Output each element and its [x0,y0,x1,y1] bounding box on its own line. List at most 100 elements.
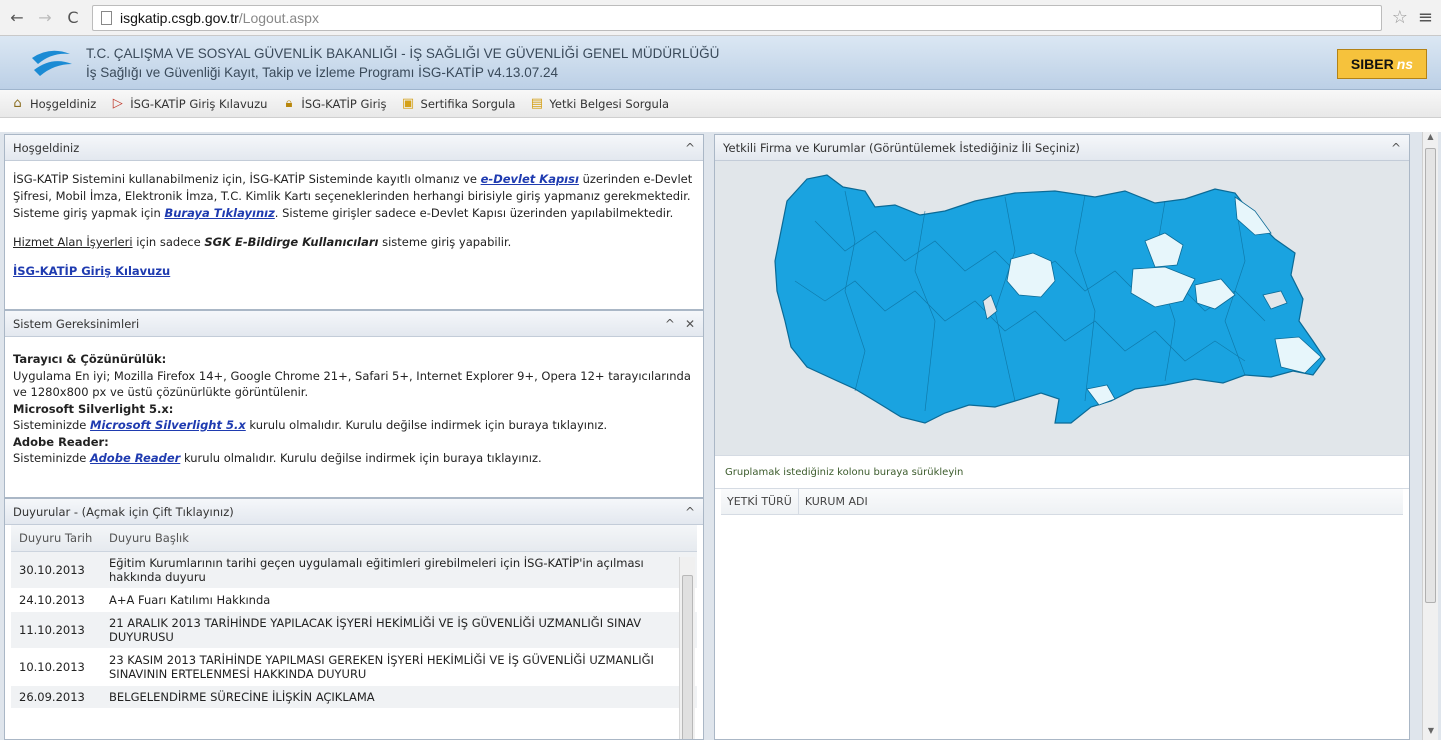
adobe-text: Sisteminizde Adobe Reader kurulu olmalıd… [13,450,695,467]
column-header-title[interactable]: Duyuru Başlık [101,525,697,552]
welcome-text: için sadece [132,235,205,249]
siber-logo-text: SIBER [1350,56,1394,72]
adobe-heading: Adobe Reader: [13,434,109,449]
scroll-down-icon[interactable]: ▼ [1423,726,1439,740]
lock-icon: 🔒︎ [285,96,293,111]
welcome-panel: Hoşgeldiniz ^ İSG-KATİP Sistemini kullan… [4,134,704,310]
click-here-link[interactable]: Buraya Tıklayınız [164,206,274,220]
toolbar-home[interactable]: ⌂ Hoşgeldiniz [10,96,96,111]
browser-menu-icon[interactable]: ≡ [1418,7,1433,28]
silverlight-text-a: Sisteminizde [13,418,91,432]
map-container [715,161,1409,455]
welcome-text: İSG-KATİP Sistemini kullanabilmeniz için… [13,172,481,186]
address-bar[interactable]: isgkatip.csgb.gov.tr /Logout.aspx [92,4,1382,31]
home-icon: ⌂ [13,96,22,111]
welcome-text: . Sisteme girişler sadece e-Devlet Kapıs… [274,206,674,220]
welcome-paragraph-2: Hizmet Alan İşyerleri için sadece SGK E-… [13,234,695,251]
requirements-panel-body: Tarayıcı & Çözünürülük: Uygulama En iyi;… [5,337,703,477]
adobe-text-a: Sisteminizde [13,451,91,465]
url-path: /Logout.aspx [238,9,319,26]
column-header-institution-name[interactable]: KURUM ADI [799,489,1403,514]
page-icon [101,10,112,25]
certificate-icon: ▣ [401,96,415,111]
announcement-title: 21 ARALIK 2013 TARİHİNDE YAPILACAK İŞYER… [101,611,697,649]
table-row[interactable]: 10.10.2013 23 KASIM 2013 TARİHİNDE YAPIL… [11,648,697,686]
turkey-map[interactable] [715,161,1409,455]
toolbar-home-label: Hoşgeldiniz [30,96,97,111]
column-header-date[interactable]: Duyuru Tarih [11,525,101,552]
content-area: Hoşgeldiniz ^ İSG-KATİP Sistemini kullan… [0,132,1441,740]
announcements-panel-title: Duyurular - (Açmak için Çift Tıklayınız) [13,504,234,519]
silverlight-text: Sisteminizde Microsoft Silverlight 5.x k… [13,417,695,434]
silverlight-link[interactable]: Microsoft Silverlight 5.x [90,418,246,432]
announcement-title: BELGELENDİRME SÜRECİNE İLİŞKİN AÇIKLAMA [101,685,697,709]
announcement-title: Eğitim Kurumlarının tarihi geçen uygulam… [101,551,697,589]
ministry-logo-icon [32,50,72,76]
silverlight-text-b: kurulu olmalıdır. Kurulu değilse indirme… [245,418,608,432]
adobe-text-b: kurulu olmalıdır. Kurulu değilse indirme… [180,451,542,465]
announcement-date: 10.10.2013 [11,648,101,686]
collapse-icon[interactable]: ^ [685,505,695,519]
map-panel: Yetkili Firma ve Kurumlar (Görüntülemek … [714,134,1410,740]
toolbar-login[interactable]: 🔒︎ İSG-KATİP Giriş [281,96,386,111]
reload-icon[interactable]: C [64,8,82,27]
close-icon[interactable]: ✕ [685,317,695,331]
toolbar-guide-label: İSG-KATİP Giriş Kılavuzu [130,96,268,111]
edevlet-link[interactable]: e-Devlet Kapısı [481,172,579,186]
browser-requirement-heading: Tarayıcı & Çözünürülük: [13,352,167,366]
toolbar-certificate[interactable]: ▣ Sertifika Sorgula [401,96,516,111]
institution-grid: YETKİ TÜRÜ KURUM ADI [715,489,1409,515]
announcements-scrollbar[interactable] [679,557,695,739]
page-scrollbar-thumb[interactable] [1425,148,1436,603]
bookmark-star-icon[interactable]: ☆ [1392,7,1408,28]
collapse-icon[interactable]: ^ [665,317,675,331]
announcement-date: 26.09.2013 [11,685,101,709]
scrollbar-thumb[interactable] [682,575,693,739]
app-toolbar: ⌂ Hoşgeldiniz ▷ İSG-KATİP Giriş Kılavuzu… [0,90,1441,118]
announcements-table: Duyuru Tarih Duyuru Başlık 30.10.2013 Eğ… [11,525,697,709]
table-row[interactable]: 24.10.2013 A+A Fuarı Katılımı Hakkında [11,588,697,612]
banner-line-2: İş Sağlığı ve Güvenliği Kayıt, Takip ve … [86,64,558,80]
back-icon[interactable]: ← [8,8,26,27]
collapse-icon[interactable]: ^ [1391,141,1401,155]
forward-icon[interactable]: → [36,8,54,27]
announcements-panel: Duyurular - (Açmak için Çift Tıklayınız)… [4,498,704,740]
announcement-title: A+A Fuarı Katılımı Hakkında [101,588,697,612]
silverlight-heading: Microsoft Silverlight 5.x: [13,401,174,416]
collapse-icon[interactable]: ^ [685,141,695,155]
toolbar-authorization[interactable]: ▤ Yetki Belgesi Sorgula [529,96,669,111]
table-row[interactable]: 11.10.2013 21 ARALIK 2013 TARİHİNDE YAPI… [11,611,697,649]
adobe-reader-link[interactable]: Adobe Reader [90,451,180,465]
welcome-text: sisteme giriş yapabilir. [378,235,512,249]
institution-grid-header: YETKİ TÜRÜ KURUM ADI [721,489,1403,515]
sgk-users-text: SGK E-Bildirge Kullanıcıları [204,235,379,249]
group-drop-area[interactable]: Gruplamak istediğiniz kolonu buraya sürü… [715,455,1409,489]
welcome-panel-body: İSG-KATİP Sistemini kullanabilmeniz için… [5,161,703,290]
announcement-date: 30.10.2013 [11,551,101,589]
service-workplaces-link[interactable]: Hizmet Alan İşyerleri [13,235,133,249]
announcement-date: 24.10.2013 [11,588,101,612]
url-host: isgkatip.csgb.gov.tr [120,9,239,26]
login-guide-link[interactable]: İSG-KATİP Giriş Kılavuzu [13,263,170,280]
toolbar-guide[interactable]: ▷ İSG-KATİP Giriş Kılavuzu [110,96,268,111]
requirements-panel: Sistem Gereksinimleri ^ ✕ Tarayıcı & Çöz… [4,310,704,498]
requirements-panel-title: Sistem Gereksinimleri [13,316,140,331]
announcement-title: 23 KASIM 2013 TARİHİNDE YAPILMASI GEREKE… [101,648,697,686]
page-scrollbar[interactable]: ▲ ▼ [1422,132,1438,740]
toolbar-authorization-label: Yetki Belgesi Sorgula [549,96,670,111]
ministry-logo [0,36,72,90]
table-row[interactable]: 26.09.2013 BELGELENDİRME SÜRECİNE İLİŞKİ… [11,685,697,709]
browser-toolbar: ← → C isgkatip.csgb.gov.tr /Logout.aspx … [0,0,1441,36]
banner-title: T.C. ÇALIŞMA VE SOSYAL GÜVENLİK BAKANLIĞ… [86,44,719,82]
welcome-panel-header: Hoşgeldiniz ^ [5,135,703,161]
welcome-panel-title: Hoşgeldiniz [13,140,80,155]
browser-requirement-text: Uygulama En iyi; Mozilla Firefox 14+, Go… [13,368,691,400]
table-row[interactable]: 30.10.2013 Eğitim Kurumlarının tarihi ge… [11,551,697,589]
pdf-icon: ▷ [112,96,123,111]
banner-line-1: T.C. ÇALIŞMA VE SOSYAL GÜVENLİK BAKANLIĞ… [86,45,720,61]
column-header-authorization-type[interactable]: YETKİ TÜRÜ [721,489,799,514]
toolbar-certificate-label: Sertifika Sorgula [420,96,516,111]
scroll-up-icon[interactable]: ▲ [1423,132,1438,146]
welcome-paragraph-1: İSG-KATİP Sistemini kullanabilmeniz için… [13,171,695,222]
app-banner: T.C. ÇALIŞMA VE SOSYAL GÜVENLİK BAKANLIĞ… [0,36,1441,90]
